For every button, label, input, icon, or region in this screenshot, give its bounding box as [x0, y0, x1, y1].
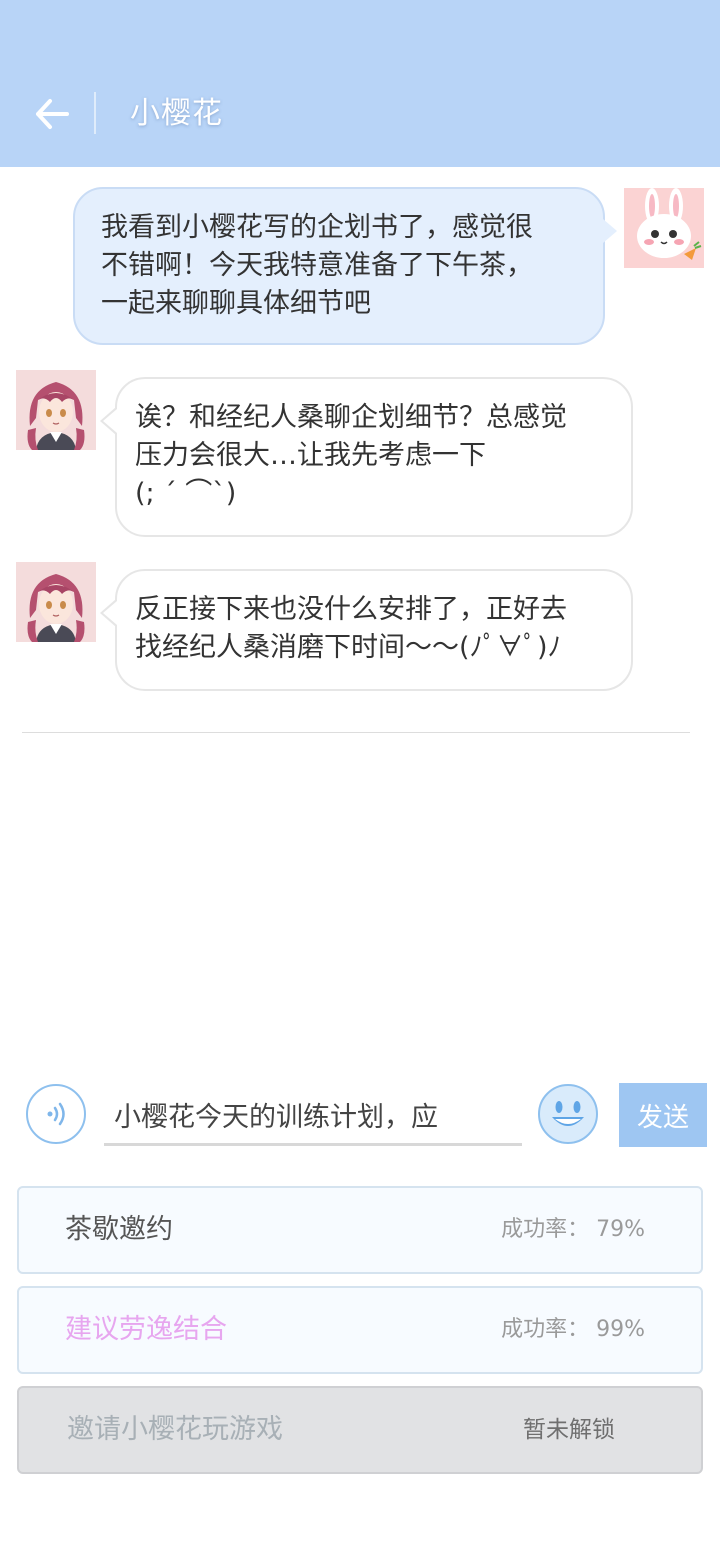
option-label: 邀请小樱花玩游戏: [67, 1414, 283, 1445]
bubble-tail: [103, 409, 117, 433]
message-line: 反正接下来也没什么安排了，正好去: [135, 594, 567, 625]
back-arrow-icon: [36, 99, 69, 129]
option-lock-status: 暂未解锁: [523, 1417, 615, 1443]
option-work-life-balance[interactable]: 建议劳逸结合 成功率： 99%: [17, 1286, 703, 1374]
option-play-game-locked: 邀请小樱花玩游戏 暂未解锁: [17, 1386, 703, 1474]
option-label: 茶歇邀约: [65, 1214, 173, 1245]
sakura-avatar[interactable]: [16, 370, 96, 450]
voice-icon: [47, 1102, 65, 1126]
sakura-avatar[interactable]: [16, 562, 96, 642]
message-line: 诶？和经纪人桑聊企划细节？总感觉: [135, 402, 567, 433]
message-input-wrap: [104, 1086, 522, 1146]
message-bubble-self: 我看到小樱花写的企划书了，感觉很 不错啊！今天我特意准备了下午茶， 一起来聊聊具…: [73, 187, 617, 345]
chat-title: 小樱花: [130, 96, 223, 131]
back-button[interactable]: [30, 92, 74, 136]
message-bubble-other: 反正接下来也没什么安排了，正好去 找经纪人桑消磨下时间～～(ﾉﾟ∀ﾟ)ﾉ: [100, 569, 633, 691]
message-line: (; ´ ⌒`): [135, 478, 237, 509]
message-line: 不错啊！今天我特意准备了下午茶，: [101, 250, 533, 281]
chat-divider: [22, 732, 690, 733]
message-line: 我看到小樱花写的企划书了，感觉很: [101, 212, 533, 243]
voice-button[interactable]: [26, 1084, 86, 1144]
message-input[interactable]: [104, 1086, 522, 1142]
option-success-rate: 成功率： 99%: [501, 1317, 645, 1342]
bubble-tail: [603, 219, 617, 243]
smiley-icon: [538, 1084, 598, 1144]
bunny-avatar[interactable]: [624, 188, 704, 268]
send-button[interactable]: 发送: [619, 1083, 707, 1147]
message-bubble-other: 诶？和经纪人桑聊企划细节？总感觉 压力会很大…让我先考虑一下 (; ´ ⌒`): [100, 377, 633, 537]
option-label: 建议劳逸结合: [65, 1314, 227, 1345]
top-bar: 小樱花: [0, 0, 720, 167]
bubble-tail: [103, 601, 117, 625]
option-tea-invite[interactable]: 茶歇邀约 成功率： 79%: [17, 1186, 703, 1274]
message-line: 压力会很大…让我先考虑一下: [135, 440, 486, 471]
option-success-rate: 成功率： 79%: [501, 1217, 645, 1242]
header-divider: [94, 92, 96, 134]
emoji-button[interactable]: [537, 1083, 599, 1145]
message-line: 一起来聊聊具体细节吧: [101, 288, 371, 319]
message-line: 找经纪人桑消磨下时间～～(ﾉﾟ∀ﾟ)ﾉ: [135, 632, 562, 663]
